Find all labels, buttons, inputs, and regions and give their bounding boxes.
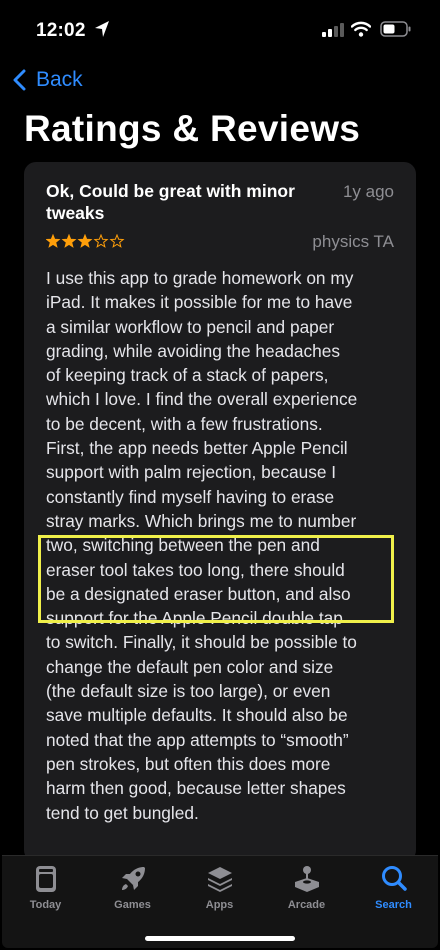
tab-label: Today xyxy=(29,899,62,911)
tab-label: Arcade xyxy=(287,899,326,911)
star-empty-icon xyxy=(93,234,109,248)
tab-search[interactable]: Search xyxy=(350,864,437,924)
arcade-joystick-icon xyxy=(294,866,319,892)
tab-apps[interactable]: Apps xyxy=(176,864,263,924)
review-title: Ok, Could be great with minor tweaks xyxy=(46,181,295,223)
tab-bar: Today Games Apps Arcade Search xyxy=(2,855,438,948)
status-time: 12:02 xyxy=(36,20,86,41)
chevron-left-icon xyxy=(13,69,26,91)
today-icon xyxy=(35,866,56,892)
tab-arcade[interactable]: Arcade xyxy=(263,864,350,924)
highlight-box xyxy=(38,535,394,623)
tab-label: Search xyxy=(375,899,412,911)
tab-games[interactable]: Games xyxy=(89,864,176,924)
app-screen: 12:02 Back Ratings & Reviews Ok, Could b… xyxy=(2,2,438,948)
tab-today[interactable]: Today xyxy=(2,864,89,924)
tab-label: Apps xyxy=(205,899,234,911)
cellular-signal-icon xyxy=(322,23,344,37)
star-empty-icon xyxy=(109,234,125,248)
apps-stack-icon xyxy=(207,867,232,892)
review-card: Ok, Could be great with minor tweaks 1y … xyxy=(24,162,416,862)
star-rating xyxy=(46,234,125,248)
battery-icon xyxy=(380,21,411,37)
review-author: physics TA xyxy=(312,232,394,251)
location-arrow-icon xyxy=(95,21,109,37)
back-label: Back xyxy=(36,68,83,91)
tab-label: Games xyxy=(114,899,151,911)
star-filled-icon xyxy=(77,234,93,248)
star-filled-icon xyxy=(61,234,77,248)
wifi-icon xyxy=(351,21,371,37)
page-title: Ratings & Reviews xyxy=(24,108,361,149)
star-filled-icon xyxy=(46,234,61,248)
back-button[interactable]: Back xyxy=(12,64,83,96)
review-date: 1y ago xyxy=(342,182,394,201)
home-indicator xyxy=(145,936,295,941)
rocket-icon xyxy=(121,867,145,890)
search-icon xyxy=(381,866,407,891)
status-bar: 12:02 xyxy=(2,2,438,54)
